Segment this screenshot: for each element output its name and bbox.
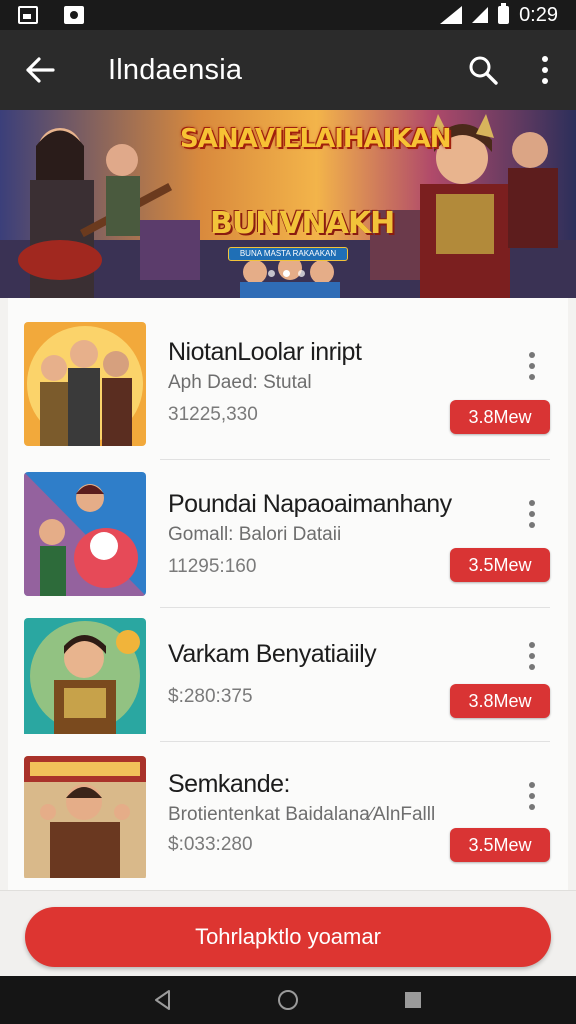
price-button[interactable]: 3.8Mew xyxy=(450,400,550,434)
carousel-dot[interactable] xyxy=(268,270,275,277)
nav-home-icon[interactable] xyxy=(276,988,300,1012)
app-bar: Ilndaensia xyxy=(0,30,576,110)
price-button[interactable]: 3.5Mew xyxy=(450,548,550,582)
arrow-left-icon xyxy=(26,57,55,83)
search-button[interactable] xyxy=(452,30,514,110)
status-bar: 0:29 xyxy=(0,0,576,30)
carousel-dot-active[interactable] xyxy=(283,270,290,277)
banner-title: SANAVIELAIHAIKAN xyxy=(180,124,451,154)
app-thumbnail[interactable] xyxy=(24,472,146,596)
item-more-button[interactable] xyxy=(518,346,546,386)
nav-back-icon[interactable] xyxy=(151,988,175,1012)
divider xyxy=(160,459,550,460)
thumbnail-image xyxy=(24,322,146,446)
item-title: Varkam Benyatiaiily xyxy=(168,640,377,668)
thumbnail-image xyxy=(24,756,146,878)
item-stat: $:280:375 xyxy=(168,686,253,707)
item-title: NiotanLoolar inript xyxy=(168,338,362,366)
app-notification-icon xyxy=(64,6,84,24)
item-more-button[interactable] xyxy=(518,636,546,676)
item-title: Poundai Napaoaimanhany xyxy=(168,490,452,518)
divider xyxy=(160,741,550,742)
carousel-indicator xyxy=(268,270,305,277)
banner-tag: BUNA MASTA RAKAAKAN xyxy=(228,247,348,261)
banner-logo: BUNVNAKH xyxy=(210,206,395,241)
item-title: Semkande: xyxy=(168,770,290,798)
list-item[interactable]: NiotanLoolar inript Aph Daed: Stutal 312… xyxy=(22,322,550,472)
nav-recents-icon[interactable] xyxy=(401,988,425,1012)
item-subtitle: Aph Daed: Stutal xyxy=(168,372,312,393)
app-list: NiotanLoolar inript Aph Daed: Stutal 312… xyxy=(8,298,568,890)
thumbnail-image xyxy=(24,618,146,734)
price-button[interactable]: 3.5Mew xyxy=(450,828,550,862)
item-subtitle: Brotientenkat Baidalana∕AlnFalll xyxy=(168,804,436,825)
signal-icon xyxy=(472,7,489,23)
item-stat: $:033:280 xyxy=(168,834,253,855)
carousel-dot[interactable] xyxy=(298,270,305,277)
item-more-button[interactable] xyxy=(518,776,546,816)
item-more-button[interactable] xyxy=(518,494,546,534)
page-title: Ilndaensia xyxy=(108,53,243,86)
wifi-icon xyxy=(440,6,463,24)
price-button[interactable]: 3.8Mew xyxy=(450,684,550,718)
item-stat: 11295:160 xyxy=(168,556,257,577)
list-item[interactable]: Varkam Benyatiaiily $:280:375 3.8Mew xyxy=(22,618,550,768)
list-item[interactable]: Semkande: Brotientenkat Baidalana∕AlnFal… xyxy=(22,756,550,906)
cta-container: Tohrlapktlo yoamar xyxy=(0,890,576,976)
back-button[interactable] xyxy=(0,30,80,110)
overflow-menu-button[interactable] xyxy=(514,30,576,110)
item-subtitle: Gomall: Balori Dataii xyxy=(168,524,342,545)
app-thumbnail[interactable] xyxy=(24,618,146,742)
more-vert-icon xyxy=(542,56,548,84)
primary-action-button[interactable]: Tohrlapktlo yoamar xyxy=(25,907,551,967)
system-nav-bar xyxy=(0,976,576,1024)
app-thumbnail[interactable] xyxy=(24,322,146,446)
promo-banner[interactable]: SANAVIELAIHAIKAN BUNVNAKH BUNA MASTA RAK… xyxy=(0,110,576,298)
app-thumbnail[interactable] xyxy=(24,756,146,880)
item-stat: 31225,330 xyxy=(168,404,258,425)
status-time: 0:29 xyxy=(519,3,558,26)
search-icon xyxy=(469,56,498,85)
divider xyxy=(160,607,550,608)
list-item[interactable]: Poundai Napaoaimanhany Gomall: Balori Da… xyxy=(22,472,550,622)
gallery-notification-icon xyxy=(18,6,38,24)
thumbnail-image xyxy=(24,472,146,596)
battery-icon xyxy=(498,3,510,24)
